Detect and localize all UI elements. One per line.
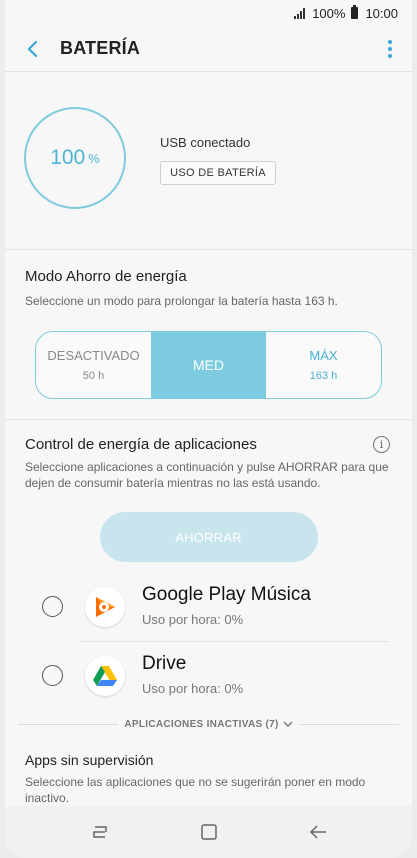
app-power-control-section: Control de energía de aplicaciones i Sel… [5, 420, 412, 710]
app-list: Google Play Música Uso por hora: 0% Driv… [25, 572, 392, 710]
mode-option-duration: 50 h [82, 370, 105, 382]
clock: 10:00 [365, 5, 398, 21]
recents-icon[interactable] [80, 812, 120, 852]
app-bar: BATERÍA [5, 26, 412, 72]
battery-percent-symbol: % [88, 150, 100, 166]
inactive-apps-divider: APLICACIONES INACTIVAS (7) [5, 710, 412, 738]
navigation-bar [5, 806, 412, 858]
more-vertical-icon[interactable] [380, 39, 400, 58]
power-saving-mode-section: Modo Ahorro de energía Seleccione un mod… [5, 250, 412, 420]
mode-option-duration: 163 h [309, 370, 338, 382]
mode-option-label: MED [192, 357, 225, 373]
mode-option-label: MÁX [309, 348, 338, 363]
divider-line [18, 723, 119, 725]
app-power-description: Seleccione aplicaciones a continuación y… [25, 460, 389, 490]
inactive-apps-label: APLICACIONES INACTIVAS (7) [124, 718, 279, 730]
connection-status: USB conectado [160, 135, 251, 150]
unsupervised-apps-title: Apps sin supervisión [25, 752, 154, 768]
app-power-header: Control de energía de aplicaciones i [25, 436, 392, 453]
signal-icon [294, 7, 306, 19]
mode-option-mid[interactable]: MED [151, 332, 266, 398]
battery-level-ring: 100 % [24, 107, 126, 209]
divider-line [298, 723, 400, 725]
app-row-google-play-music[interactable]: Google Play Música Uso por hora: 0% [25, 572, 392, 641]
app-name: Drive [142, 653, 187, 674]
unsupervised-apps-description: Seleccione las aplicaciones que no se su… [25, 775, 366, 805]
info-icon[interactable]: i [373, 436, 390, 453]
status-bar: 100% 10:00 [5, 0, 412, 26]
mode-option-label: DESACTIVADO [47, 348, 140, 363]
mode-option-max[interactable]: MÁX 163 h [266, 332, 381, 398]
power-mode-selector: DESACTIVADO 50 h MED MÁX 163 h [35, 331, 382, 399]
inactive-apps-toggle[interactable]: APLICACIONES INACTIVAS (7) [124, 718, 293, 730]
save-button[interactable]: AHORRAR [99, 512, 318, 562]
power-mode-title: Modo Ahorro de energía [25, 268, 187, 285]
battery-usage-button[interactable]: USO DE BATERÍA [160, 161, 276, 185]
google-play-music-icon [85, 586, 125, 627]
back-arrow-icon[interactable] [21, 38, 43, 60]
mode-option-off[interactable]: DESACTIVADO 50 h [36, 332, 151, 398]
app-usage: Uso por hora: 0% [142, 681, 244, 696]
app-select-radio[interactable] [42, 665, 63, 686]
battery-icon [351, 5, 359, 19]
phone-screen: 100% 10:00 BATERÍA 100 % USB conectado U… [5, 0, 412, 858]
app-select-radio[interactable] [42, 596, 63, 617]
battery-status-section: 100 % USB conectado USO DE BATERÍA [5, 72, 412, 250]
battery-status-text: 100% [312, 5, 346, 21]
page-title: BATERÍA [60, 38, 141, 58]
app-usage: Uso por hora: 0% [142, 612, 244, 627]
app-row-drive[interactable]: Drive Uso por hora: 0% [25, 641, 392, 710]
google-drive-icon [85, 655, 125, 696]
battery-percent: 100 [50, 146, 86, 169]
app-power-title: Control de energía de aplicaciones [25, 436, 257, 453]
home-icon[interactable] [189, 812, 229, 852]
nav-back-icon[interactable] [298, 812, 338, 852]
app-name: Google Play Música [142, 584, 311, 605]
power-mode-subtitle: Seleccione un modo para prolongar la bat… [25, 294, 338, 308]
chevron-down-icon [283, 720, 293, 727]
